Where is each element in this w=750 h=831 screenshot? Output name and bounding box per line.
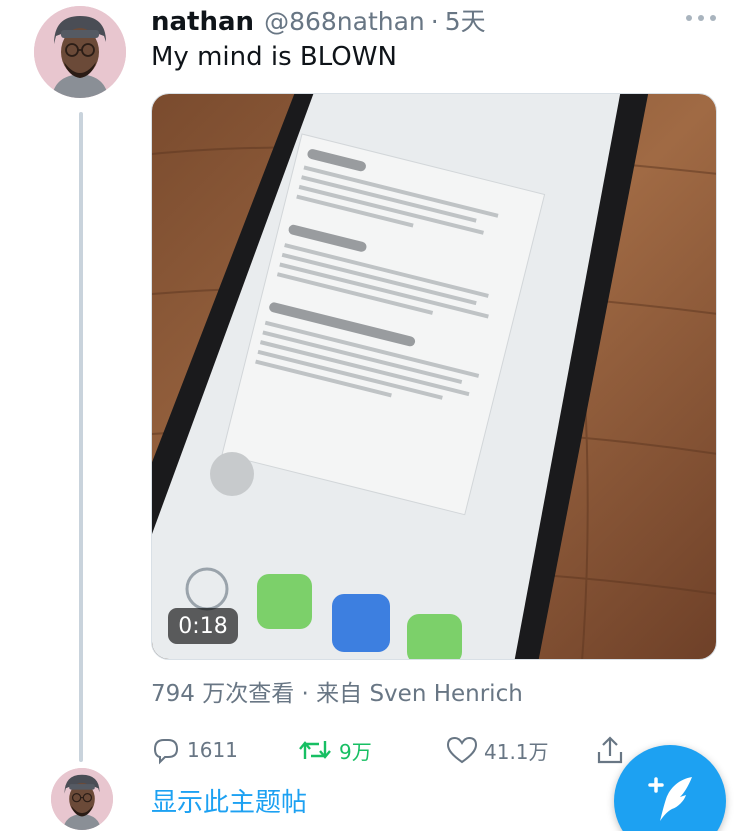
author-avatar[interactable] [34,6,126,98]
retweet-button[interactable]: 9万 [297,730,372,770]
author-display-name[interactable]: nathan [151,7,254,37]
reply-button[interactable]: 1611 [151,730,238,770]
view-count-and-source: 794 万次查看 · 来自 Sven Henrich [151,681,523,707]
avatar-image [34,6,126,98]
heart-icon [446,736,478,764]
compose-tweet-icon [648,777,692,821]
avatar-image [51,768,113,830]
tweet-header: nathan @868nathan · 5天 [151,2,486,38]
like-count: 41.1万 [484,739,549,764]
share-icon [597,736,623,764]
retweet-count: 9万 [339,739,372,764]
reply-count: 1611 [187,738,238,762]
like-button[interactable]: 41.1万 [446,730,549,770]
thread-author-avatar[interactable] [51,768,113,830]
tweet-timestamp[interactable]: 5天 [445,2,486,38]
separator-dot: · [430,7,439,36]
tweet-actions: 1611 9万 41.1万 [151,730,631,770]
show-thread-link[interactable]: 显示此主题帖 [151,782,307,819]
video-thumbnail [152,94,716,659]
more-horizontal-icon[interactable] [686,12,716,24]
video-duration-badge: 0:18 [168,608,238,644]
tweet-video[interactable]: 0:18 [151,93,717,660]
reply-icon [153,739,179,765]
share-button[interactable] [595,730,625,770]
thread-connector-line [79,112,83,762]
author-handle[interactable]: @868nathan [264,7,425,36]
tweet-text: My mind is BLOWN [151,42,397,72]
retweet-icon [299,741,331,759]
